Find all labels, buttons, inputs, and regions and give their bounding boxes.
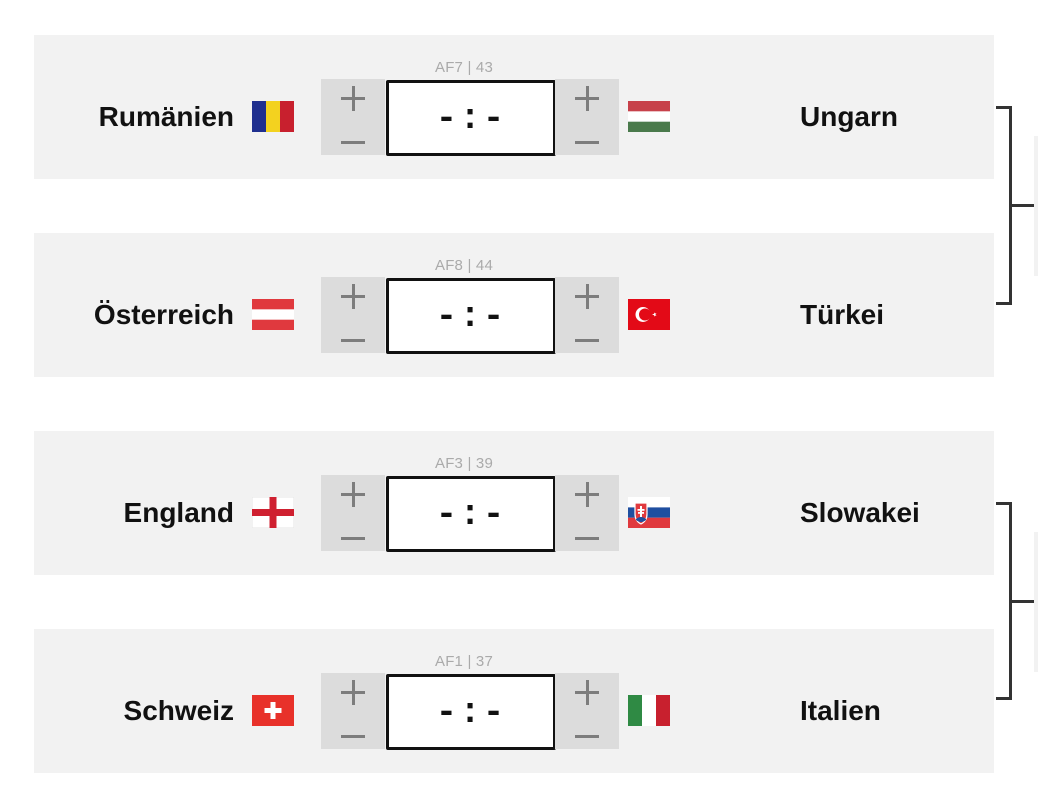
turkey-flag-icon — [628, 299, 670, 330]
score-display[interactable]: -:- — [386, 476, 556, 552]
match-card: AF8 | 44 Österreich -:- Türkei — [34, 233, 994, 377]
away-minus-button[interactable] — [555, 119, 619, 155]
home-score-stepper — [321, 277, 385, 353]
match-card: AF3 | 39 England -:- Slowakei — [34, 431, 994, 575]
next-round-card-edge — [1034, 532, 1038, 672]
match-card: AF7 | 43 Rumänien -:- Ungarn — [34, 35, 994, 179]
away-team-name: Türkei — [800, 299, 885, 330]
away-team-name: Italien — [800, 695, 881, 726]
away-team-name: Ungarn — [800, 101, 898, 132]
home-plus-button[interactable] — [321, 477, 385, 513]
away-score-stepper — [555, 475, 619, 551]
score-display[interactable]: -:- — [386, 278, 556, 354]
away-minus-button[interactable] — [555, 713, 619, 749]
home-minus-button[interactable] — [321, 317, 385, 353]
match-code: AF1 | 37 — [434, 653, 494, 670]
england-flag-icon — [252, 497, 294, 528]
home-team-name: Schweiz — [123, 695, 234, 726]
romania-flag-icon — [252, 101, 294, 132]
away-team-name: Slowakei — [800, 497, 920, 528]
home-team-name: England — [123, 497, 234, 528]
match-card: AF1 | 37 Schweiz -:- Italien — [34, 629, 994, 773]
home-score-stepper — [321, 673, 385, 749]
away-score-stepper — [555, 79, 619, 155]
score-display[interactable]: -:- — [386, 80, 556, 156]
next-round-card-edge — [1034, 136, 1038, 276]
home-minus-button[interactable] — [321, 515, 385, 551]
bracket-connector — [996, 502, 1012, 700]
home-minus-button[interactable] — [321, 713, 385, 749]
home-score-stepper — [321, 79, 385, 155]
away-plus-button[interactable] — [555, 81, 619, 117]
home-minus-button[interactable] — [321, 119, 385, 155]
match-code: AF3 | 39 — [434, 455, 494, 472]
home-plus-button[interactable] — [321, 81, 385, 117]
away-plus-button[interactable] — [555, 279, 619, 315]
italy-flag-icon — [628, 695, 670, 726]
away-score-stepper — [555, 673, 619, 749]
away-score-stepper — [555, 277, 619, 353]
home-team-name: Rumänien — [98, 101, 234, 132]
home-team-name: Österreich — [93, 299, 234, 330]
home-plus-button[interactable] — [321, 279, 385, 315]
slovakia-flag-icon — [628, 497, 670, 528]
match-code: AF7 | 43 — [434, 59, 494, 76]
away-minus-button[interactable] — [555, 317, 619, 353]
match-code: AF8 | 44 — [434, 257, 494, 274]
away-minus-button[interactable] — [555, 515, 619, 551]
away-plus-button[interactable] — [555, 675, 619, 711]
away-plus-button[interactable] — [555, 477, 619, 513]
austria-flag-icon — [252, 299, 294, 330]
home-plus-button[interactable] — [321, 675, 385, 711]
hungary-flag-icon — [628, 101, 670, 132]
home-score-stepper — [321, 475, 385, 551]
switzerland-flag-icon — [252, 695, 294, 726]
score-display[interactable]: -:- — [386, 674, 556, 750]
bracket-connector — [996, 106, 1012, 305]
